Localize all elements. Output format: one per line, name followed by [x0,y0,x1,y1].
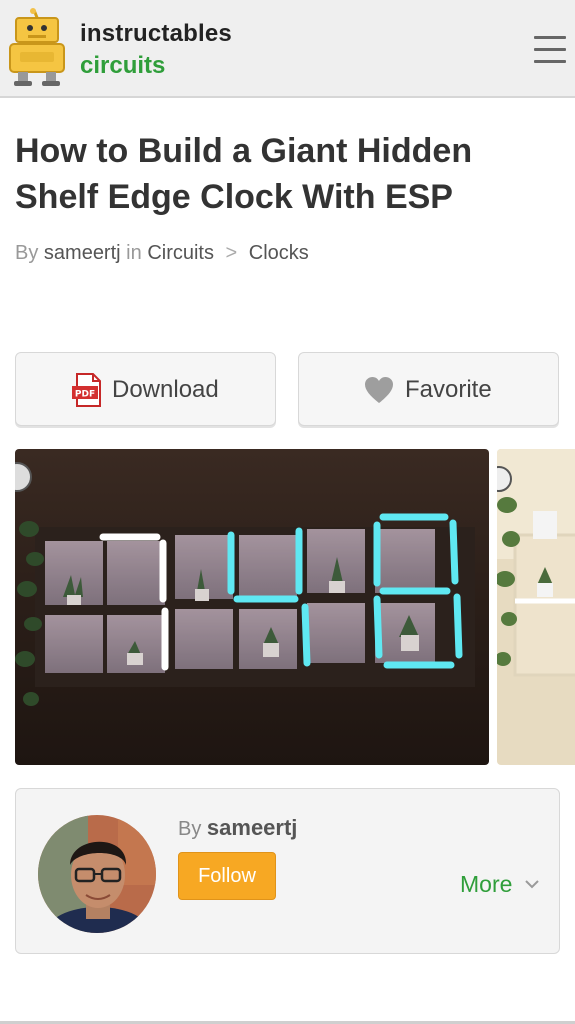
subcategory-link[interactable]: Clocks [249,242,309,264]
author-link[interactable]: sameertj [44,242,121,264]
chevron-down-icon [525,880,539,889]
pdf-icon: PDF [72,373,101,407]
brand-name[interactable]: instructables [80,20,232,48]
download-button[interactable]: PDF Download [15,352,276,426]
clock-photo-image [15,449,489,765]
byline-in: in [126,242,142,264]
author-byline: By sameertj [178,815,297,841]
author-card: By sameertj Follow More [15,788,560,954]
next-photo-image [497,449,575,765]
category-link[interactable]: Circuits [147,242,214,264]
favorite-label: Favorite [405,376,492,403]
more-button[interactable]: More [460,871,550,901]
robot-logo-icon[interactable] [6,8,70,88]
byline-prefix: By [15,242,39,264]
more-label: More [460,871,513,897]
image-gallery[interactable] [15,449,575,765]
page-title: How to Build a Giant Hidden Shelf Edge C… [15,132,473,216]
heart-icon [365,377,393,403]
brand-section[interactable]: circuits [80,52,165,80]
breadcrumb-separator: > [225,242,238,264]
top-bar: instructables circuits [0,0,575,98]
favorite-button[interactable]: Favorite [298,352,559,426]
svg-text:PDF: PDF [75,390,95,400]
hamburger-menu-icon[interactable] [530,34,570,66]
next-photo-preview[interactable] [497,449,575,765]
author-name-link[interactable]: sameertj [207,815,298,840]
author-by-prefix: By [178,818,202,840]
breadcrumb: By sameertj in Circuits > Clocks [15,242,309,265]
download-label: Download [112,376,219,403]
avatar-image [38,815,156,933]
follow-button[interactable]: Follow [178,852,276,900]
avatar[interactable] [38,815,156,933]
clock-photo[interactable] [15,449,489,765]
